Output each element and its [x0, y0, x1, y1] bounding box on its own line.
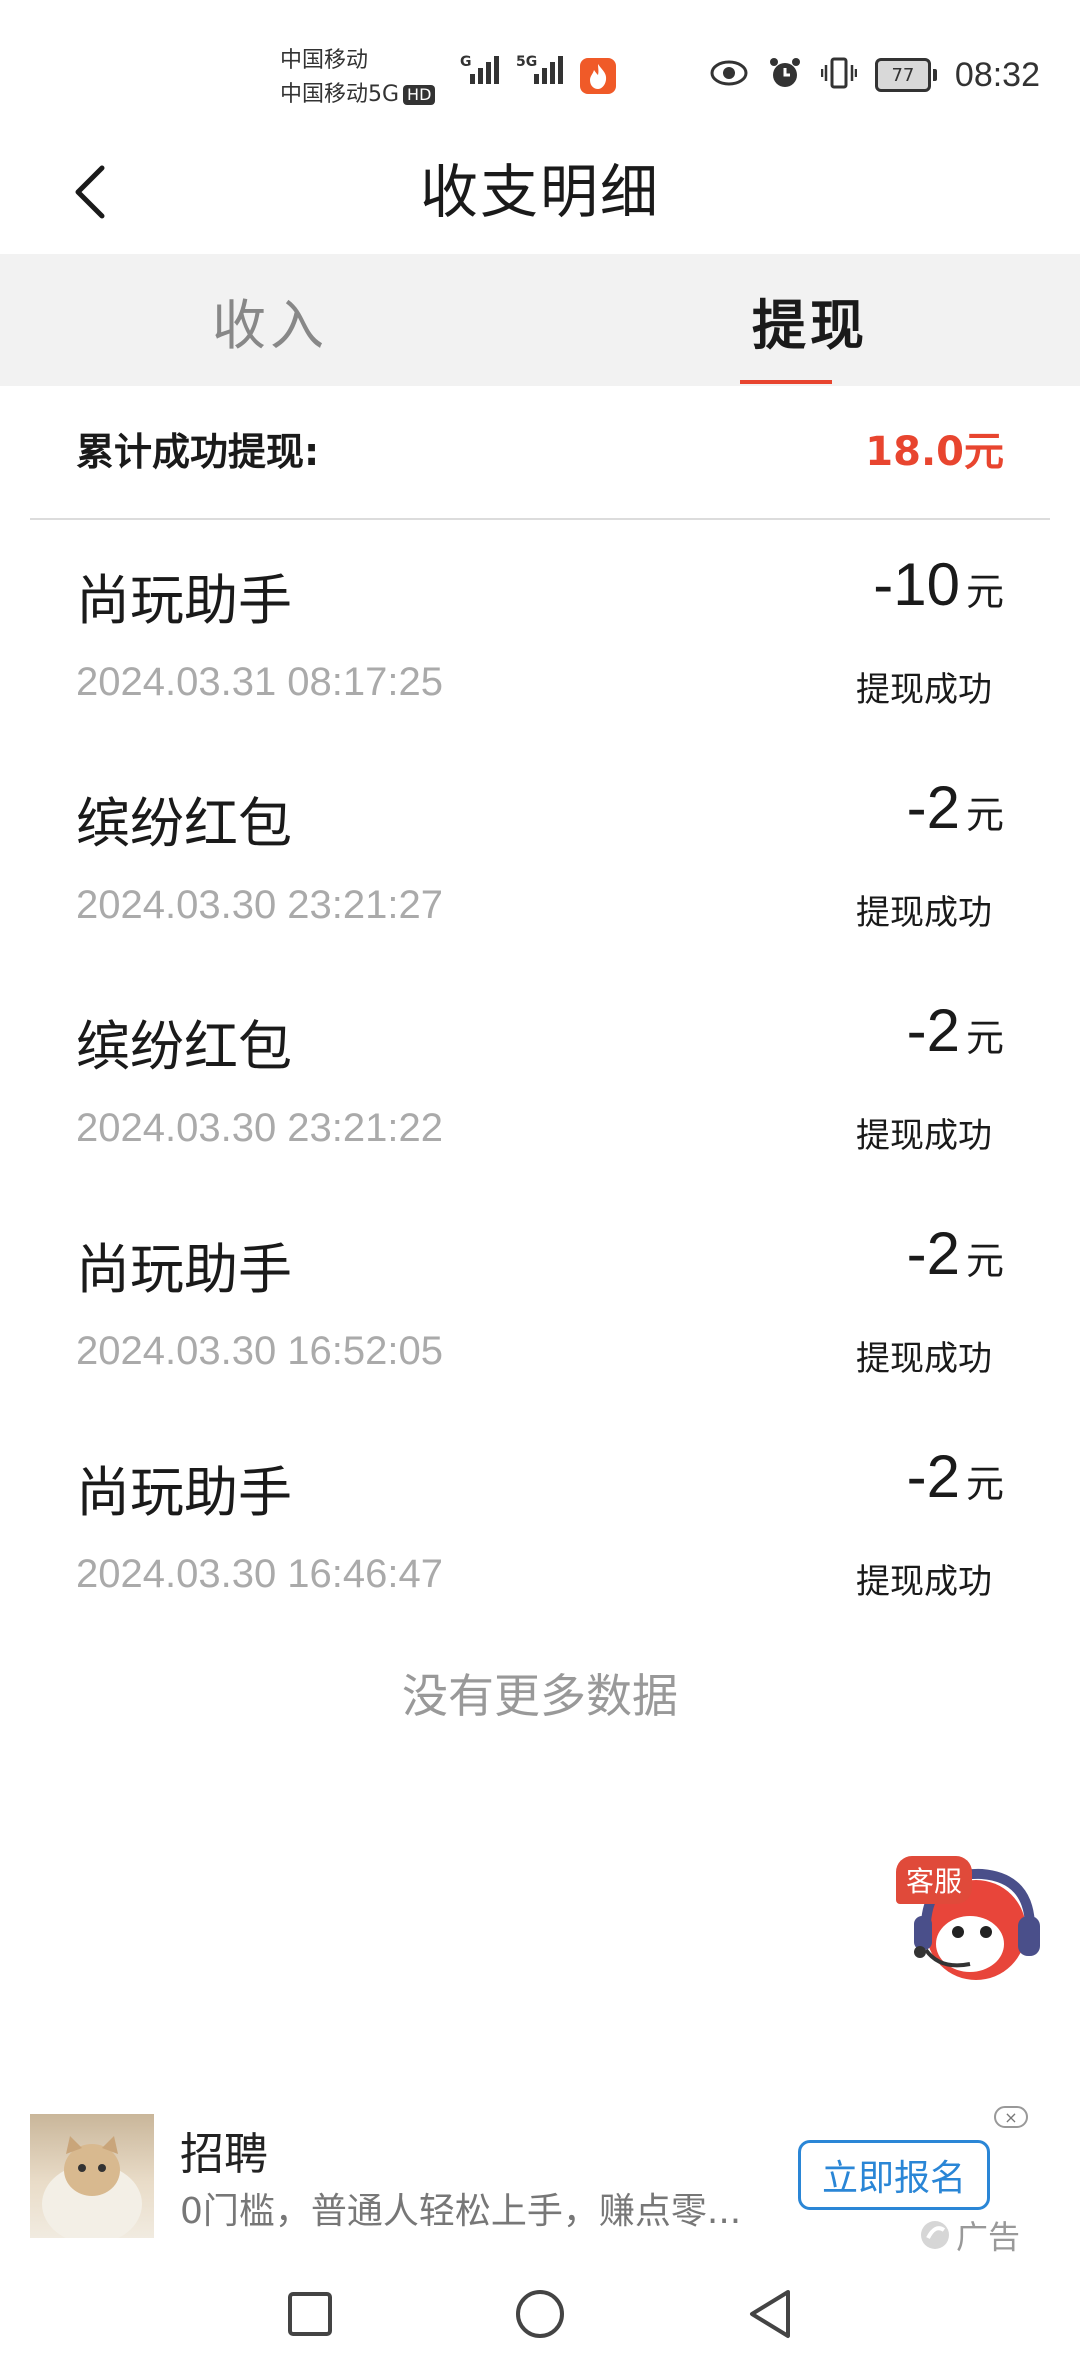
record-list: 尚玩助手 -10 元 2024.03.31 08:17:25 提现成功 缤纷红包…: [0, 520, 1080, 1635]
eye-icon: [709, 59, 749, 91]
flame-app-icon: [580, 58, 616, 94]
record-name: 尚玩助手: [76, 1238, 292, 1301]
list-item[interactable]: 缤纷红包 -2 元 2024.03.30 23:21:27 提现成功: [0, 743, 1080, 966]
record-time: 2024.03.30 16:46:47: [76, 1552, 444, 1596]
no-more-data: 没有更多数据: [402, 1669, 678, 1723]
ad-close-button[interactable]: ×: [994, 2106, 1028, 2128]
record-amount-unit: 元: [965, 570, 1004, 614]
list-item[interactable]: 缤纷红包 -2 元 2024.03.30 23:21:22 提现成功: [0, 966, 1080, 1189]
record-amount-unit: 元: [965, 1462, 1004, 1506]
record-amount: -10 元: [873, 550, 1004, 619]
record-time: 2024.03.30 16:52:05: [76, 1329, 444, 1373]
list-item[interactable]: 尚玩助手 -10 元 2024.03.31 08:17:25 提现成功: [0, 520, 1080, 743]
ad-tag-text: 广告: [956, 2218, 1021, 2256]
ad-signup-button[interactable]: 立即报名: [798, 2140, 990, 2210]
carrier-info: 中国移动 中国移动5G HD: [280, 44, 436, 112]
ad-thumbnail: [30, 2114, 154, 2244]
record-name: 尚玩助手: [76, 569, 292, 632]
header: 收支明细: [0, 130, 1080, 254]
page-title: 收支明细: [419, 158, 660, 226]
status-right-icons: 77 08:32: [709, 52, 1040, 98]
record-status: 提现成功: [856, 893, 992, 933]
tab-indicator: [740, 380, 832, 384]
record-amount-unit: 元: [965, 1239, 1004, 1283]
record-amount: -2 元: [907, 773, 1004, 842]
system-nav-bar: [0, 2256, 1080, 2376]
tab-income[interactable]: 收入: [0, 254, 540, 386]
carrier-2: 中国移动5G: [280, 82, 400, 107]
record-status: 提现成功: [856, 1562, 992, 1602]
record-status: 提现成功: [856, 1116, 992, 1156]
record-time: 2024.03.30 23:21:27: [76, 883, 444, 927]
triangle-back-icon[interactable]: [740, 2284, 800, 2344]
record-amount-value: -2: [906, 1443, 960, 1510]
ad-description: 0门槛，普通人轻松上手，赚点零...: [180, 2191, 742, 2232]
record-time: 2024.03.31 08:17:25: [76, 660, 444, 704]
record-status: 提现成功: [856, 1339, 992, 1379]
record-amount-unit: 元: [965, 793, 1004, 837]
carrier-1: 中国移动: [280, 48, 369, 73]
record-amount: -2 元: [907, 996, 1004, 1065]
signal-2-icon: [534, 56, 563, 84]
clock: 08:32: [954, 55, 1040, 94]
alarm-icon: [767, 55, 803, 95]
record-amount-value: -2: [906, 774, 960, 841]
record-amount-value: -2: [906, 997, 960, 1064]
status-bar: 中国移动 中国移动5G HD G 5G 77 08:32: [0, 0, 1080, 130]
record-name: 尚玩助手: [76, 1461, 292, 1524]
list-item[interactable]: 尚玩助手 -2 元 2024.03.30 16:46:47 提现成功: [0, 1412, 1080, 1635]
tab-withdraw[interactable]: 提现: [540, 254, 1080, 386]
record-amount-unit: 元: [965, 1016, 1004, 1060]
ad-source-icon: [921, 2221, 949, 2249]
record-name: 缤纷红包: [76, 1015, 292, 1078]
record-amount-value: -10: [873, 551, 960, 618]
record-status: 提现成功: [856, 670, 992, 710]
signal-1-icon: [470, 56, 499, 84]
record-name: 缤纷红包: [76, 792, 292, 855]
summary-row: 累计成功提现: 18.0元: [30, 386, 1050, 520]
ad-title: 招聘: [180, 2129, 268, 2180]
ad-banner[interactable]: 招聘 0门槛，普通人轻松上手，赚点零... 立即报名 × 广告: [0, 2100, 1080, 2256]
ad-label: 广告: [918, 2212, 1020, 2258]
battery-icon: 77: [874, 58, 937, 92]
customer-service-button[interactable]: 客服: [890, 1852, 1050, 1992]
record-time: 2024.03.30 23:21:22: [76, 1106, 444, 1150]
summary-value: 18.0元: [865, 429, 1004, 475]
hd-badge: HD: [403, 85, 436, 105]
circle-icon[interactable]: [510, 2284, 570, 2344]
record-amount: -2 元: [907, 1442, 1004, 1511]
customer-service-badge: 客服: [896, 1856, 973, 1904]
record-amount: -2 元: [907, 1219, 1004, 1288]
list-item[interactable]: 尚玩助手 -2 元 2024.03.30 16:52:05 提现成功: [0, 1189, 1080, 1412]
summary-label: 累计成功提现:: [76, 430, 320, 474]
battery-level: 77: [874, 58, 931, 92]
tab-bar: 收入 提现: [0, 254, 1080, 386]
carrier-2-row: 中国移动5G HD: [280, 78, 436, 112]
record-amount-value: -2: [906, 1220, 960, 1287]
square-icon[interactable]: [280, 2284, 340, 2344]
vibrate-icon: [820, 55, 858, 95]
